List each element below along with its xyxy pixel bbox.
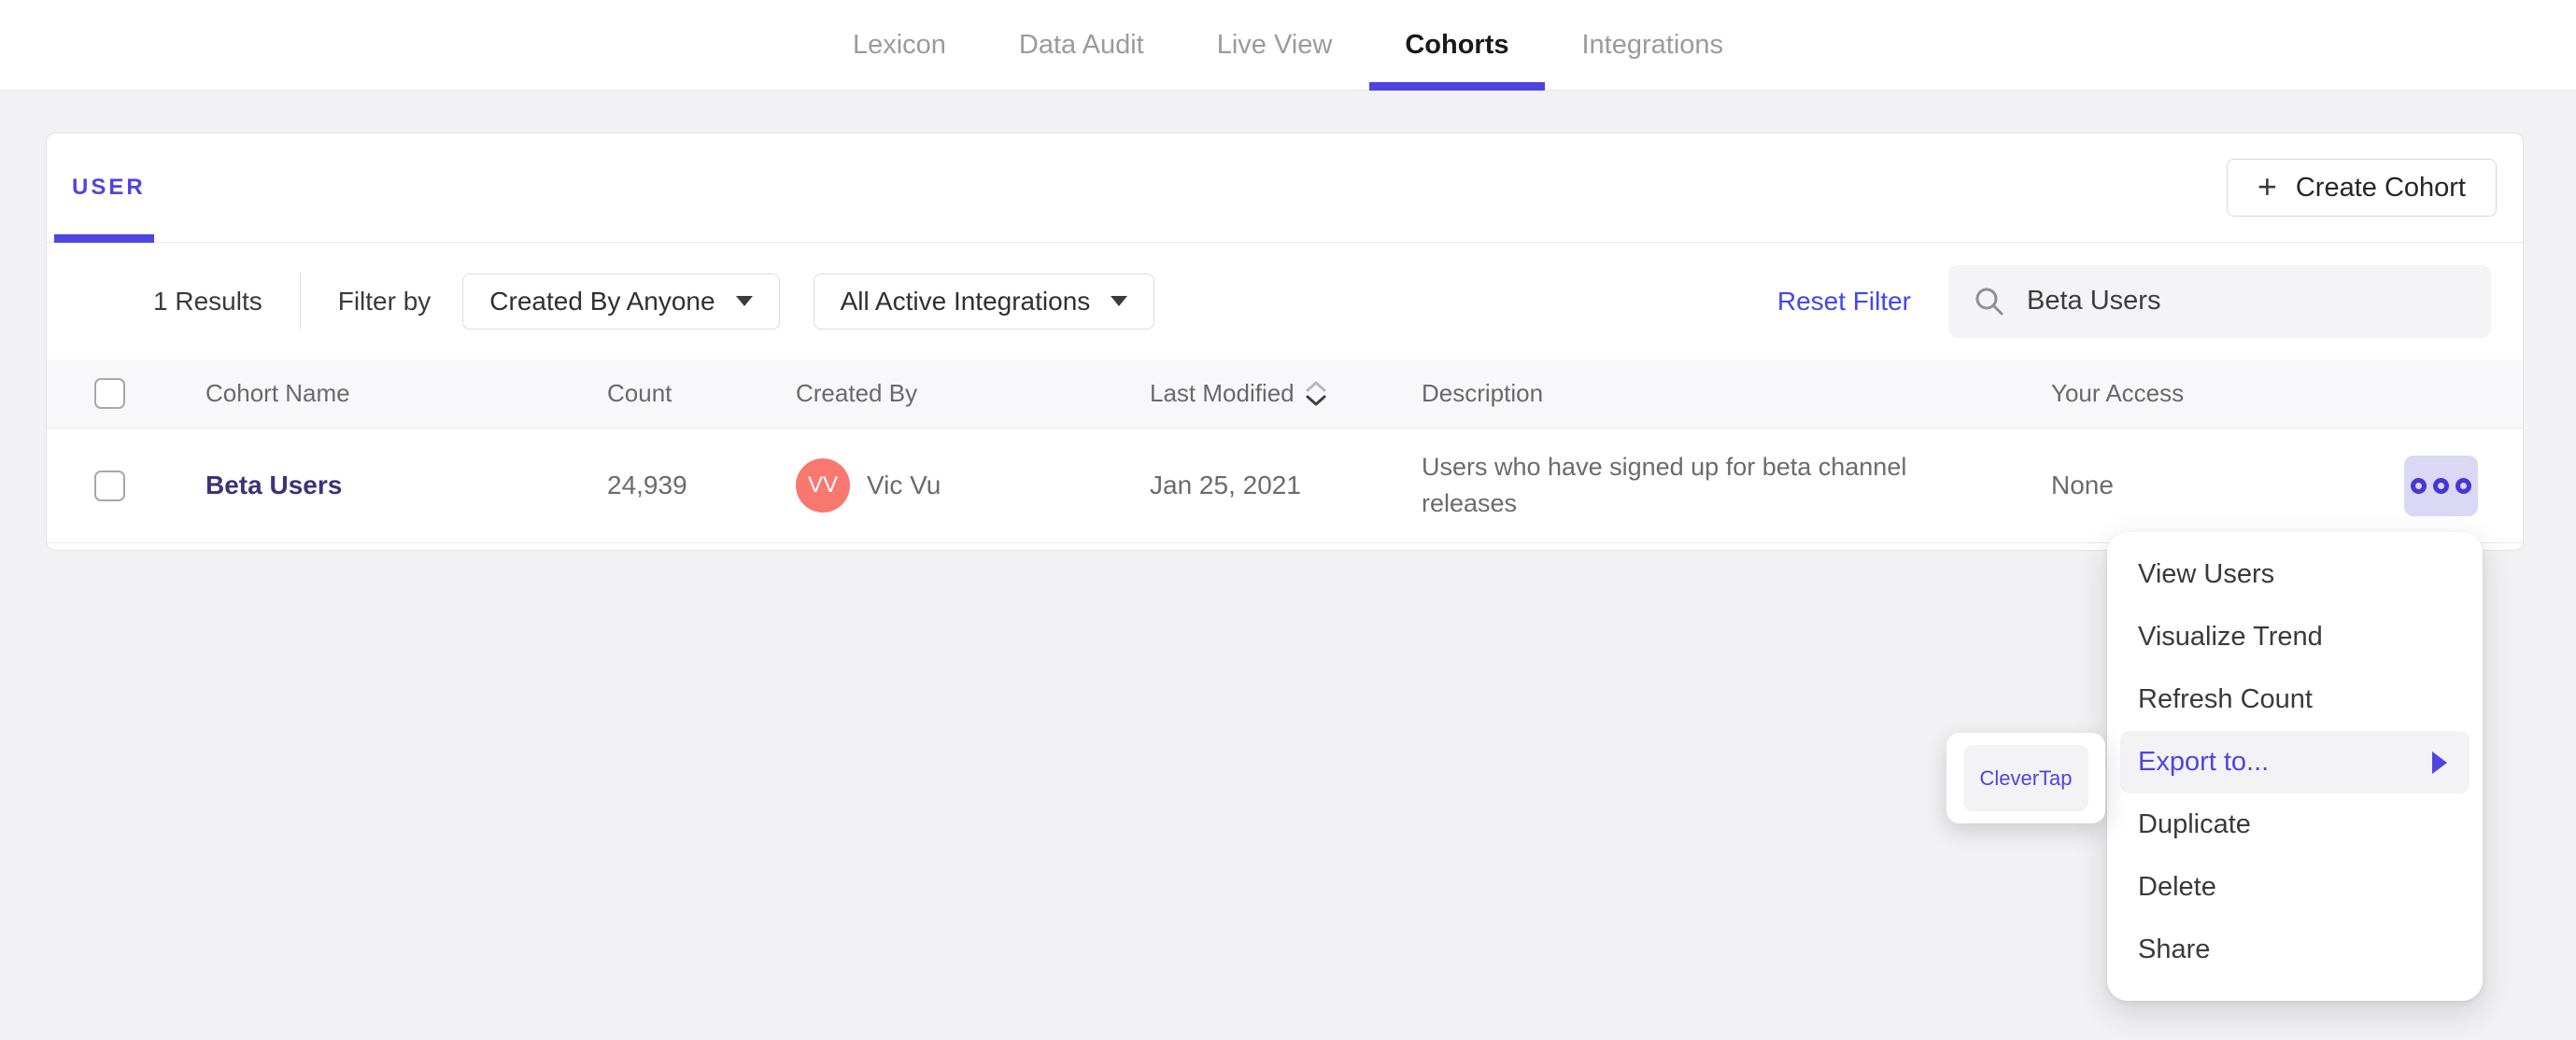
panel-tabstrip: USER + Create Cohort bbox=[47, 134, 2523, 243]
divider bbox=[299, 272, 301, 330]
column-header-count[interactable]: Count bbox=[607, 379, 796, 408]
menu-item-share[interactable]: Share bbox=[2107, 919, 2483, 981]
results-count: 1 Results bbox=[153, 286, 262, 316]
nav-tab-data-audit[interactable]: Data Audit bbox=[1019, 0, 1144, 90]
filter-bar: 1 Results Filter by Created By Anyone Al… bbox=[47, 243, 2523, 359]
cohort-count: 24,939 bbox=[607, 471, 687, 499]
submenu-arrow-icon bbox=[2432, 751, 2447, 774]
nav-tab-integrations[interactable]: Integrations bbox=[1582, 0, 1724, 90]
search-icon bbox=[1975, 288, 2003, 315]
select-all-checkbox[interactable] bbox=[94, 378, 125, 409]
submenu-item-clevertap[interactable]: CleverTap bbox=[1963, 745, 2088, 811]
sort-icon[interactable] bbox=[1306, 381, 1326, 406]
menu-item-export-to[interactable]: Export to... bbox=[2120, 731, 2470, 794]
created-by-dropdown[interactable]: Created By Anyone bbox=[462, 273, 780, 330]
more-options-button[interactable] bbox=[2404, 455, 2478, 516]
table-row: Beta Users 24,939 VV Vic Vu Jan 25, 2021… bbox=[47, 429, 2523, 543]
nav-tab-cohorts[interactable]: Cohorts bbox=[1369, 0, 1545, 91]
column-header-last-modified[interactable]: Last Modified bbox=[1150, 379, 1422, 408]
search-input[interactable]: Beta Users bbox=[1948, 264, 2491, 338]
export-submenu: CleverTap bbox=[1946, 733, 2105, 823]
column-header-description[interactable]: Description bbox=[1422, 379, 2051, 408]
cohort-description: Users who have signed up for beta channe… bbox=[1422, 453, 1907, 517]
context-menu: View Users Visualize Trend Refresh Count… bbox=[2107, 532, 2483, 1001]
avatar: VV bbox=[796, 458, 850, 513]
menu-item-duplicate[interactable]: Duplicate bbox=[2107, 794, 2483, 856]
reset-filter-link[interactable]: Reset Filter bbox=[1777, 287, 1911, 316]
your-access-value: None bbox=[2051, 471, 2114, 499]
nav-tab-live-view[interactable]: Live View bbox=[1217, 0, 1333, 90]
column-header-created-by[interactable]: Created By bbox=[796, 379, 1150, 408]
column-header-your-access[interactable]: Your Access bbox=[2051, 379, 2338, 408]
integrations-dropdown[interactable]: All Active Integrations bbox=[813, 273, 1155, 330]
table-header: Cohort Name Count Created By Last Modifi… bbox=[47, 359, 2523, 429]
creator-name: Vic Vu bbox=[867, 471, 941, 499]
caret-down-icon bbox=[1111, 296, 1128, 306]
menu-item-view-users[interactable]: View Users bbox=[2107, 543, 2483, 606]
menu-item-delete[interactable]: Delete bbox=[2107, 856, 2483, 919]
tab-user[interactable]: USER bbox=[72, 134, 146, 242]
create-cohort-label: Create Cohort bbox=[2295, 172, 2466, 203]
search-value: Beta Users bbox=[2027, 286, 2161, 316]
last-modified-value: Jan 25, 2021 bbox=[1150, 471, 1301, 499]
nav-tab-lexicon[interactable]: Lexicon bbox=[853, 0, 946, 90]
created-by-dropdown-label: Created By Anyone bbox=[489, 286, 715, 316]
caret-down-icon bbox=[735, 296, 753, 306]
cohort-name-link[interactable]: Beta Users bbox=[205, 471, 607, 500]
more-options-icon bbox=[2411, 477, 2427, 494]
cohorts-panel: USER + Create Cohort 1 Results Filter by… bbox=[46, 133, 2524, 551]
filter-by-label: Filter by bbox=[337, 286, 432, 316]
menu-item-refresh-count[interactable]: Refresh Count bbox=[2107, 668, 2483, 731]
integrations-dropdown-label: All Active Integrations bbox=[840, 286, 1091, 316]
menu-item-visualize-trend[interactable]: Visualize Trend bbox=[2107, 606, 2483, 668]
top-nav: Lexicon Data Audit Live View Cohorts Int… bbox=[0, 0, 2576, 91]
plus-icon: + bbox=[2257, 166, 2277, 205]
column-header-cohort-name[interactable]: Cohort Name bbox=[205, 379, 607, 408]
create-cohort-button[interactable]: + Create Cohort bbox=[2226, 159, 2497, 217]
row-checkbox[interactable] bbox=[94, 470, 125, 501]
tab-user-underline bbox=[54, 234, 154, 243]
created-by-cell: VV Vic Vu bbox=[796, 458, 1150, 513]
